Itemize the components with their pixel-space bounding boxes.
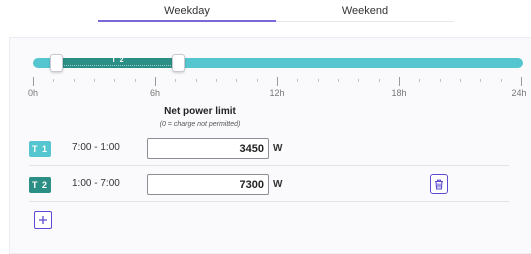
delete-tariff-button[interactable] (430, 174, 448, 194)
minor-tick (134, 79, 136, 82)
tariff-row: T 2 1:00 - 7:00 W (29, 168, 509, 202)
tick-label-12h: 12h (269, 88, 285, 98)
minor-tick (338, 79, 339, 82)
minor-tick (317, 79, 319, 82)
net-power-limit-subtitle: (0 = charge not permitted) (159, 121, 241, 128)
minor-tick (216, 79, 217, 82)
minor-tick (114, 79, 116, 82)
power-limit-input-t2[interactable] (147, 174, 269, 195)
trash-icon (435, 179, 443, 190)
major-tick (399, 77, 400, 86)
minor-tick (256, 79, 258, 82)
minor-tick (358, 79, 360, 82)
tick-label-18h: 18h (391, 88, 407, 98)
minor-tick (236, 79, 238, 82)
add-tariff-button[interactable] (34, 211, 52, 229)
minor-tick (480, 79, 482, 82)
timeline-handle-start[interactable] (50, 54, 63, 72)
tariff-badge-t1: T 1 (29, 141, 51, 157)
minor-tick (460, 79, 461, 82)
minor-tick (500, 79, 502, 82)
minor-tick (378, 79, 380, 82)
net-power-limit-title: Net power limit (164, 106, 236, 117)
minor-tick (419, 79, 421, 82)
minor-tick (53, 79, 55, 82)
power-limit-input-t1[interactable] (147, 138, 269, 159)
tick-label-6h: 6h (149, 88, 161, 98)
tariff-row: T 1 7:00 - 1:00 W (29, 132, 509, 166)
timeline-segment-t2[interactable]: T 2 (57, 57, 179, 68)
tick-label-0h: 0h (27, 88, 39, 98)
minor-tick (175, 79, 177, 82)
tariff-time-range: 7:00 - 1:00 (72, 142, 120, 153)
minor-tick (297, 79, 299, 82)
major-tick (33, 77, 34, 86)
minor-tick (94, 79, 95, 82)
minor-tick (73, 79, 75, 82)
tick-label-24h: 24h (511, 88, 527, 98)
minor-tick (439, 79, 441, 82)
major-tick (521, 77, 522, 86)
segment-dots (61, 65, 175, 66)
segment-label: T 2 (111, 57, 125, 64)
power-unit: W (273, 179, 283, 190)
plus-icon (39, 216, 47, 224)
major-tick (155, 77, 156, 86)
major-tick (277, 77, 278, 86)
minor-tick (195, 79, 197, 82)
tariff-time-range: 1:00 - 7:00 (72, 178, 120, 189)
timeline: T 2 0h 6h 12h 18h 24h (0, 0, 531, 100)
tariff-badge-t2: T 2 (29, 177, 51, 193)
timeline-handle-end[interactable] (172, 54, 185, 72)
power-unit: W (273, 143, 283, 154)
